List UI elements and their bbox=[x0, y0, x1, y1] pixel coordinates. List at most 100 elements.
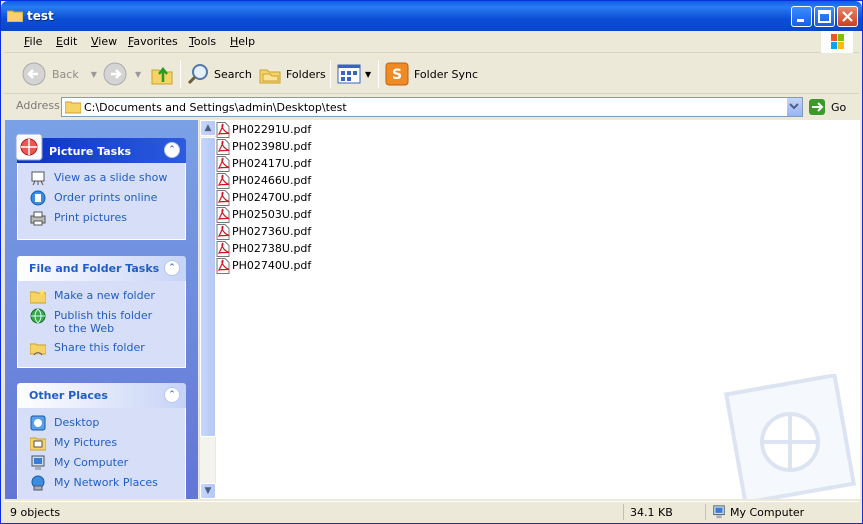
file-item[interactable]: PH02736U.pdf bbox=[216, 223, 311, 240]
collapse-chevron-icon[interactable]: ⌃ bbox=[164, 387, 180, 403]
pdf-file-icon bbox=[216, 155, 230, 172]
collapse-chevron-icon[interactable]: ⌃ bbox=[164, 260, 180, 276]
my-computer-icon bbox=[31, 455, 45, 470]
maximize-icon bbox=[818, 10, 831, 23]
task-print-pictures[interactable]: Print pictures bbox=[18, 209, 185, 229]
status-location: My Computer bbox=[705, 504, 855, 520]
file-name: PH02740U.pdf bbox=[232, 259, 312, 272]
maximize-button[interactable] bbox=[814, 6, 835, 27]
file-item[interactable]: PH02503U.pdf bbox=[216, 206, 311, 223]
picture-tasks-icon bbox=[15, 133, 43, 161]
toolbar-separator bbox=[378, 60, 379, 88]
status-bar: 9 objects 34.1 KB My Computer bbox=[4, 501, 859, 521]
menu-bar: File Edit View Favorites Tools Help bbox=[4, 31, 859, 53]
collapse-chevron-icon[interactable]: ⌃ bbox=[164, 142, 180, 158]
printer-icon bbox=[30, 211, 46, 226]
scroll-up-button[interactable]: ▲ bbox=[200, 120, 216, 136]
title-bar[interactable]: test bbox=[1, 1, 862, 31]
file-name: PH02398U.pdf bbox=[232, 140, 312, 153]
svg-text:S: S bbox=[392, 67, 402, 83]
pdf-file-icon bbox=[216, 257, 230, 274]
menu-tools[interactable]: Tools bbox=[189, 35, 216, 48]
go-button[interactable]: Go bbox=[808, 97, 846, 117]
my-pictures-icon bbox=[30, 437, 46, 451]
close-button[interactable] bbox=[837, 6, 858, 27]
pdf-file-icon bbox=[216, 121, 230, 138]
back-arrow-icon bbox=[22, 62, 46, 86]
picture-tasks-body: View as a slide show Order prints online… bbox=[17, 163, 186, 240]
forward-dropdown-icon[interactable]: ▼ bbox=[135, 70, 141, 79]
address-label: Address bbox=[16, 99, 60, 112]
views-button[interactable]: ▼ bbox=[337, 60, 371, 88]
place-desktop[interactable]: Desktop bbox=[18, 414, 185, 434]
place-my-pictures[interactable]: My Pictures bbox=[18, 434, 185, 454]
file-item[interactable]: PH02740U.pdf bbox=[216, 257, 311, 274]
file-folder-tasks-title: File and Folder Tasks bbox=[29, 262, 160, 275]
folder-sync-button[interactable]: S Folder Sync bbox=[385, 60, 478, 88]
picture-tasks-header[interactable]: Picture Tasks ⌃ bbox=[15, 133, 186, 163]
file-name: PH02466U.pdf bbox=[232, 174, 312, 187]
task-new-folder[interactable]: Make a new folder bbox=[18, 287, 185, 307]
task-order-prints[interactable]: Order prints online bbox=[18, 189, 185, 209]
menu-view[interactable]: View bbox=[91, 35, 117, 48]
task-share-folder[interactable]: Share this folder bbox=[18, 339, 185, 359]
back-button[interactable]: Back ▼ bbox=[22, 60, 97, 88]
search-icon bbox=[187, 64, 208, 85]
file-item[interactable]: PH02466U.pdf bbox=[216, 172, 311, 189]
forward-button[interactable]: ▼ bbox=[103, 60, 141, 88]
explorer-window: test File Edit View Favorites Tools Help bbox=[0, 0, 863, 524]
picture-tasks-title: Picture Tasks bbox=[49, 145, 132, 158]
toolbar-separator bbox=[180, 60, 181, 88]
file-list-view: PH02291U.pdf PH02398U.pdf PH02417U.pdf PH02… bbox=[216, 120, 860, 499]
go-arrow-icon bbox=[809, 99, 825, 115]
pdf-file-icon bbox=[216, 223, 230, 240]
minimize-button[interactable] bbox=[791, 6, 812, 27]
picture-tasks-panel: Picture Tasks ⌃ View as a slide show Ord… bbox=[15, 133, 186, 240]
status-object-count: 9 objects bbox=[10, 505, 61, 519]
folders-button[interactable]: Folders bbox=[258, 60, 326, 88]
file-item[interactable]: PH02470U.pdf bbox=[216, 189, 311, 206]
other-places-title: Other Places bbox=[29, 389, 108, 402]
task-pane-scrollbar[interactable]: ▲ ▼ bbox=[199, 120, 216, 499]
menu-favorites[interactable]: Favorites bbox=[128, 35, 178, 48]
scroll-down-button[interactable]: ▼ bbox=[200, 483, 216, 499]
file-item[interactable]: PH02398U.pdf bbox=[216, 138, 311, 155]
pdf-file-icon bbox=[216, 138, 230, 155]
other-places-header[interactable]: Other Places ⌃ bbox=[17, 383, 186, 408]
place-my-computer[interactable]: My Computer bbox=[18, 454, 185, 474]
new-folder-icon bbox=[30, 289, 46, 304]
desktop-icon bbox=[30, 415, 46, 431]
task-slideshow[interactable]: View as a slide show bbox=[18, 169, 185, 189]
menu-help[interactable]: Help bbox=[230, 35, 255, 48]
file-name: PH02291U.pdf bbox=[232, 123, 312, 136]
task-publish-web[interactable]: Publish this folder to the Web bbox=[18, 307, 185, 339]
views-dropdown-icon[interactable]: ▼ bbox=[365, 70, 371, 79]
file-item[interactable]: PH02417U.pdf bbox=[216, 155, 311, 172]
window-title: test bbox=[27, 9, 54, 23]
address-input[interactable]: C:\Documents and Settings\admin\Desktop\… bbox=[61, 97, 803, 117]
picture-folder-watermark-icon bbox=[723, 374, 857, 499]
minimize-icon bbox=[797, 19, 804, 22]
up-folder-button[interactable] bbox=[150, 60, 174, 88]
back-dropdown-icon[interactable]: ▼ bbox=[91, 70, 97, 79]
place-network-places[interactable]: My Network Places bbox=[18, 474, 185, 494]
pdf-file-icon bbox=[216, 240, 230, 257]
close-icon bbox=[842, 11, 853, 22]
file-folder-tasks-header[interactable]: File and Folder Tasks ⌃ bbox=[17, 256, 186, 281]
scroll-thumb[interactable] bbox=[200, 137, 216, 437]
address-bar: Address C:\Documents and Settings\admin\… bbox=[4, 95, 859, 119]
menu-edit[interactable]: Edit bbox=[56, 35, 77, 48]
task-pane: Picture Tasks ⌃ View as a slide show Ord… bbox=[5, 120, 198, 499]
share-folder-icon bbox=[30, 343, 46, 356]
chevron-down-icon bbox=[789, 103, 799, 110]
standard-toolbar: Back ▼ ▼ Search Folders ▼ S Folder Sync bbox=[4, 54, 859, 94]
menu-file[interactable]: File bbox=[24, 35, 42, 48]
file-item[interactable]: PH02291U.pdf bbox=[216, 121, 311, 138]
search-button[interactable]: Search bbox=[186, 60, 252, 88]
file-name: PH02736U.pdf bbox=[232, 225, 312, 238]
address-dropdown-button[interactable] bbox=[786, 98, 802, 116]
file-item[interactable]: PH02738U.pdf bbox=[216, 240, 311, 257]
file-name: PH02470U.pdf bbox=[232, 191, 312, 204]
views-icon bbox=[337, 64, 361, 84]
other-places-body: Desktop My Pictures My Computer My Netwo… bbox=[17, 408, 186, 499]
